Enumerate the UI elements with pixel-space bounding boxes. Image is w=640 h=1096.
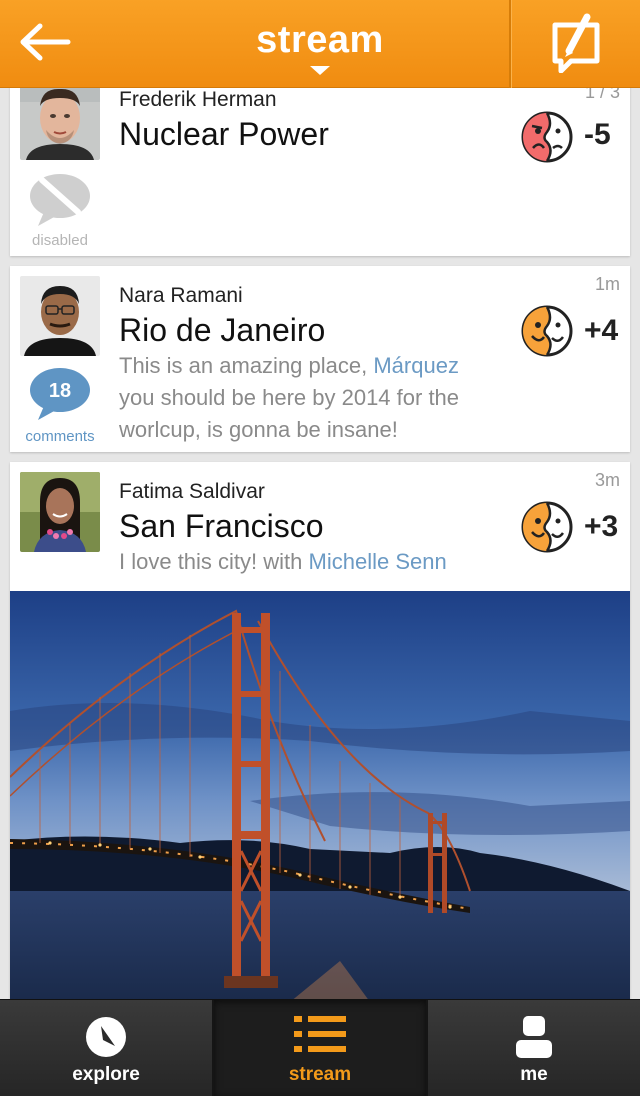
nav-explore[interactable]: explore: [0, 1000, 214, 1096]
post-body: I love this city! with Michelle Senn: [119, 546, 539, 578]
post-title[interactable]: Rio de Janeiro: [119, 312, 325, 349]
avatar[interactable]: [20, 80, 100, 160]
list-icon: [294, 1016, 346, 1057]
compose-button[interactable]: [509, 0, 640, 88]
comments-disabled-icon: [28, 172, 92, 228]
post-score: -5: [584, 118, 611, 151]
bottom-nav: explore stream me: [0, 999, 640, 1096]
sentiment-positive-icon[interactable]: [520, 304, 574, 358]
chevron-down-icon: [310, 66, 330, 75]
post-title[interactable]: Nuclear Power: [119, 116, 329, 153]
nav-label: stream: [288, 1064, 352, 1085]
avatar[interactable]: [20, 472, 100, 552]
post-score: +3: [584, 510, 619, 543]
user-mention-link[interactable]: Michelle Senn: [309, 549, 447, 574]
sentiment-negative-icon[interactable]: [520, 110, 574, 164]
back-button[interactable]: [0, 0, 90, 88]
comments-label[interactable]: comments: [10, 428, 110, 445]
stream-selector[interactable]: stream: [200, 0, 440, 88]
arrow-left-icon: [18, 22, 72, 67]
post-body-text: I love this city! with: [119, 549, 309, 574]
nav-label: explore: [72, 1064, 140, 1085]
post-card[interactable]: 1m Nara Ramani Rio de Janeiro This is an…: [10, 266, 630, 452]
page-title: stream: [256, 19, 384, 61]
nav-me[interactable]: me: [428, 1000, 640, 1096]
post-score: +4: [584, 314, 619, 347]
stream-feed[interactable]: 1 / 3 Frederik Herman Nuclear Power -5 d…: [0, 0, 640, 1000]
comments-count: 18: [48, 380, 72, 402]
compass-icon: [85, 1016, 127, 1063]
person-icon: [514, 1016, 554, 1063]
nav-stream[interactable]: stream: [214, 1000, 428, 1096]
post-body: This is an amazing place, Márquez you sh…: [119, 350, 499, 446]
golden-gate-bridge-photo[interactable]: [10, 591, 630, 1000]
sentiment-positive-icon[interactable]: [520, 500, 574, 554]
user-mention-link[interactable]: Márquez: [373, 353, 459, 378]
post-author[interactable]: Fatima Saldivar: [119, 480, 265, 504]
post-author[interactable]: Frederik Herman: [119, 88, 277, 112]
top-bar: stream: [0, 0, 640, 88]
avatar[interactable]: [20, 276, 100, 356]
nav-label: me: [520, 1064, 548, 1085]
comments-label: disabled: [32, 232, 88, 249]
post-timestamp: 3m: [594, 470, 620, 490]
post-body-text: This is an amazing place,: [119, 353, 374, 378]
post-timestamp: 1m: [594, 274, 620, 294]
comments-count-icon[interactable]: 18: [28, 366, 92, 422]
post-title[interactable]: San Francisco: [119, 508, 324, 545]
post-card[interactable]: 3m Fatima Saldivar San Francisco I love …: [10, 462, 630, 1000]
compose-pencil-icon: [549, 11, 603, 78]
post-body-text: you should be here by 2014 for the worlc…: [119, 385, 460, 442]
post-author[interactable]: Nara Ramani: [119, 284, 243, 308]
